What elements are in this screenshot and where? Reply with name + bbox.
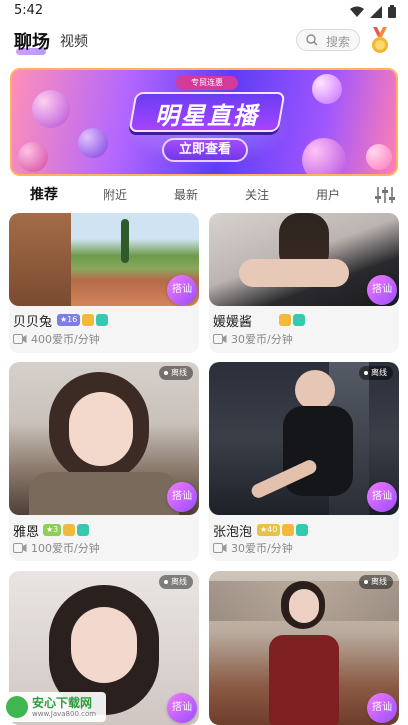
offline-badge: 离线 <box>159 575 193 589</box>
status-time: 5:42 <box>14 3 44 18</box>
watermark-title: 安心下载网 <box>32 696 93 710</box>
building-wall <box>9 213 71 306</box>
offline-badge: 离线 <box>159 366 193 380</box>
host-photo: 离线 搭讪 <box>9 362 199 515</box>
chat-button[interactable]: 搭讪 <box>167 482 197 512</box>
status-bar: 5:42 <box>0 0 408 24</box>
host-badges: ★40 <box>257 524 309 536</box>
host-photo: 搭讪 <box>9 213 199 306</box>
photo-face <box>289 589 319 623</box>
decor-ball <box>312 74 342 104</box>
photo-face <box>69 392 133 466</box>
category-tab-following[interactable]: 关注 <box>245 186 269 203</box>
search-label: 搜索 <box>326 35 351 49</box>
host-price: 30爱币/分钟 <box>213 540 293 556</box>
host-photo: 搭讪 <box>209 213 399 306</box>
level-value: 40 <box>267 525 278 534</box>
level-value: 16 <box>67 315 78 324</box>
chat-button[interactable]: 搭讪 <box>367 275 397 305</box>
decor-ball <box>78 128 108 158</box>
video-camera-icon <box>213 334 227 344</box>
watermark: 安心下载网 www.Java800.com <box>2 692 106 722</box>
price-text: 30爱币/分钟 <box>231 333 293 346</box>
host-card[interactable]: 离线 搭讪 雅恩 ★3 100爱币/分钟 <box>9 362 199 561</box>
tab-chat-room[interactable]: 聊场 <box>14 28 50 54</box>
category-tab-users[interactable]: 用户 <box>316 186 340 203</box>
video-camera-icon <box>13 543 27 553</box>
host-name: 张泡泡 <box>213 525 253 540</box>
chat-button[interactable]: 搭讪 <box>167 275 197 305</box>
search-box[interactable]: 搜索 <box>296 29 360 51</box>
vip-badge-icon <box>282 524 295 536</box>
banner-view-button[interactable]: 立即查看 <box>162 138 248 162</box>
decor-ball <box>18 142 48 172</box>
vip-badge-icon <box>279 314 291 326</box>
video-camera-icon <box>213 543 227 553</box>
cypress-tree <box>121 219 129 263</box>
verified-badge-icon <box>77 524 90 536</box>
wifi-icon <box>350 6 364 17</box>
offline-badge: 离线 <box>359 366 393 380</box>
vip-badge-icon <box>63 524 76 536</box>
host-photo: 离线 搭讪 <box>209 362 399 515</box>
photo-dress <box>283 406 353 496</box>
photo-face <box>295 370 335 410</box>
host-card[interactable]: 离线 搭讪 张泡泡 ★40 30爱币/分钟 <box>209 362 399 561</box>
category-tab-recommend[interactable]: 推荐 <box>30 184 58 204</box>
price-text: 30爱币/分钟 <box>231 542 293 555</box>
chat-button[interactable]: 搭讪 <box>167 693 197 723</box>
category-tabs: 推荐 附近 最新 关注 用户 <box>0 182 408 208</box>
offline-badge: 离线 <box>359 575 393 589</box>
host-name: 贝贝兔 <box>13 315 53 330</box>
host-badges: ★3 <box>43 524 90 536</box>
host-card[interactable]: 搭讪 贝贝兔 ★16 400爱币/分钟 <box>9 213 199 353</box>
host-price: 100爱币/分钟 <box>13 540 100 556</box>
verified-badge-icon <box>296 524 309 536</box>
level-badge: ★3 <box>43 524 62 536</box>
host-name: 雅恩 <box>13 525 40 540</box>
chat-button[interactable]: 搭讪 <box>367 482 397 512</box>
level-badge: ★40 <box>257 524 281 536</box>
verified-badge-icon <box>293 314 305 326</box>
status-icons <box>350 5 396 18</box>
level-badge: ★16 <box>57 314 81 326</box>
signal-icon <box>370 5 382 18</box>
battery-icon <box>388 5 396 18</box>
host-card[interactable]: 离线 搭讪 <box>209 571 399 725</box>
price-text: 100爱币/分钟 <box>31 542 100 555</box>
photo-arm <box>239 259 349 287</box>
banner-title: 明星直播 <box>155 102 259 130</box>
medal-icon[interactable] <box>369 27 391 55</box>
photo-top <box>29 472 179 515</box>
decor-ball <box>302 138 346 174</box>
promo-banner[interactable]: 专贸连惠 明星直播 立即查看 <box>10 68 398 176</box>
top-header: 聊场 视频 搜索 <box>0 24 408 62</box>
filter-icon[interactable] <box>374 186 396 204</box>
category-tab-nearby[interactable]: 附近 <box>103 186 127 203</box>
watermark-logo-icon <box>6 696 28 718</box>
category-tab-newest[interactable]: 最新 <box>174 186 198 203</box>
verified-badge-icon <box>96 314 109 326</box>
host-badges <box>279 314 305 326</box>
price-text: 400爱币/分钟 <box>31 333 100 346</box>
host-badges: ★16 <box>57 314 109 326</box>
host-card[interactable]: 搭讪 媛媛酱 30爱币/分钟 <box>209 213 399 353</box>
decor-ball <box>366 144 392 170</box>
host-price: 400爱币/分钟 <box>13 331 100 347</box>
chat-button[interactable]: 搭讪 <box>367 693 397 723</box>
banner-tag: 专贸连惠 <box>176 76 238 90</box>
search-icon <box>306 34 318 46</box>
host-price: 30爱币/分钟 <box>213 331 293 347</box>
tab-video[interactable]: 视频 <box>60 31 88 51</box>
video-camera-icon <box>13 334 27 344</box>
vip-badge-icon <box>82 314 95 326</box>
photo-face <box>71 607 137 683</box>
host-name: 媛媛酱 <box>213 315 253 330</box>
photo-dress <box>269 635 339 725</box>
decor-ball <box>32 90 70 128</box>
host-photo: 离线 搭讪 <box>209 571 399 725</box>
watermark-url: www.Java800.com <box>32 710 97 718</box>
level-value: 3 <box>53 525 59 534</box>
